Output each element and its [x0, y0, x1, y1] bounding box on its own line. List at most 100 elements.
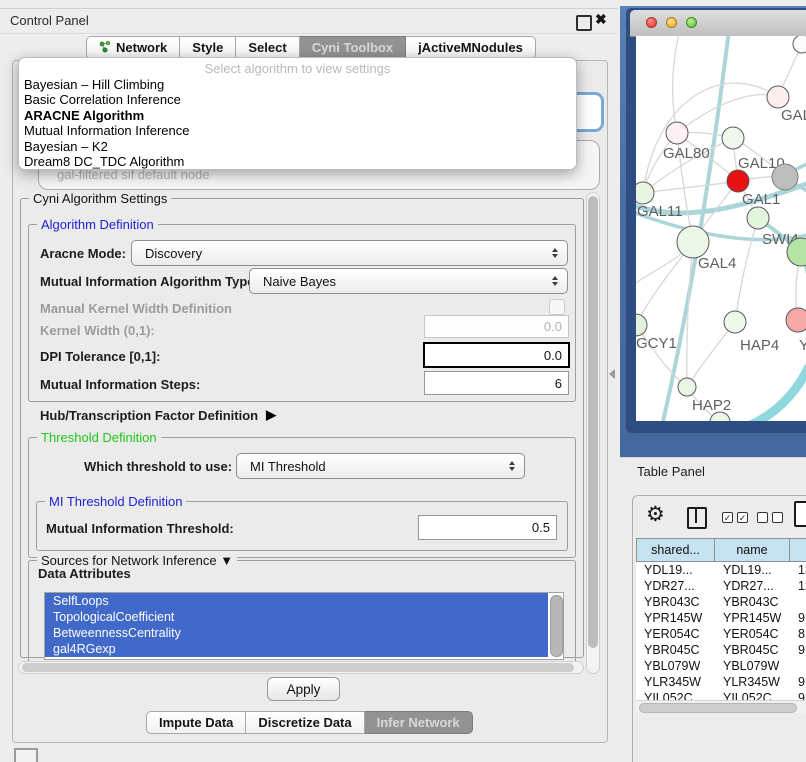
table-cell[interactable]: 9. — [790, 642, 806, 658]
table-cell[interactable]: YBL079W — [636, 658, 715, 674]
network-node-hap2[interactable] — [678, 378, 696, 396]
table-row[interactable]: YER054CYER054C8. — [636, 626, 806, 642]
table-cell[interactable] — [790, 594, 806, 610]
network-node-gal1[interactable] — [727, 170, 749, 192]
table-cell[interactable]: 9. — [790, 610, 806, 626]
table-cell[interactable] — [790, 658, 806, 674]
network-node-gal[interactable] — [767, 86, 789, 108]
attribute-item[interactable]: BetweennessCentrality — [45, 625, 548, 641]
combo-spinner-icon — [552, 248, 558, 258]
table-cell[interactable]: 13 — [790, 562, 806, 578]
table-row[interactable]: YBR043CYBR043C — [636, 594, 806, 610]
table-cell[interactable]: YLR345W — [636, 674, 715, 690]
tab-select[interactable]: Select — [236, 36, 299, 59]
table-row[interactable]: YBR045CYBR045C9. — [636, 642, 806, 658]
attributes-list-scrollbar[interactable] — [550, 595, 563, 657]
mi-threshold-field[interactable]: 0.5 — [418, 515, 557, 540]
splitpane-collapse-arrow[interactable] — [609, 369, 615, 379]
close-traffic-light-icon[interactable] — [646, 17, 657, 28]
scrollbar-thumb[interactable] — [22, 663, 574, 672]
network-node[interactable] — [793, 36, 806, 53]
table-cell[interactable]: YPR145W — [636, 610, 715, 626]
network-node-y[interactable] — [786, 308, 806, 332]
apply-button[interactable]: Apply — [267, 677, 340, 701]
table-cell[interactable]: YDR27... — [636, 578, 715, 594]
dpi-tolerance-field[interactable]: 0.0 — [423, 342, 570, 368]
float-window-icon[interactable] — [576, 15, 592, 31]
tab-network[interactable]: Network — [86, 36, 180, 59]
aracne-mode-combo[interactable]: Discovery — [131, 240, 568, 266]
table-cell[interactable]: YER054C — [636, 626, 715, 642]
table-cell[interactable]: 8. — [790, 626, 806, 642]
algorithm-option[interactable]: Dream8 DC_TDC Algorithm — [19, 154, 576, 169]
attribute-item[interactable]: gal4RGexp — [45, 641, 548, 657]
network-node-gal11[interactable] — [636, 182, 654, 204]
combo-spinner-icon — [552, 276, 558, 286]
table-cell[interactable]: YBR045C — [715, 642, 790, 658]
checked-checkbox-icon[interactable]: ✓ — [737, 512, 748, 523]
table-cell[interactable]: YDR27... — [715, 578, 790, 594]
table-row[interactable]: YDL19...YDL19...13 — [636, 562, 806, 578]
close-icon[interactable]: ✖ — [595, 11, 607, 28]
scrollbar-thumb[interactable] — [639, 703, 797, 713]
attribute-item[interactable]: TopologicalCoefficient — [45, 609, 548, 625]
tab-cyni-toolbox[interactable]: Cyni Toolbox — [300, 36, 406, 59]
zoom-traffic-light-icon[interactable] — [686, 17, 697, 28]
which-threshold-combo[interactable]: MI Threshold — [236, 453, 525, 479]
algorithm-option[interactable]: Basic Correlation Inference — [19, 92, 576, 107]
table-cell[interactable]: 12 — [790, 578, 806, 594]
column-header[interactable] — [790, 538, 806, 562]
table-cell[interactable]: YDL19... — [715, 562, 790, 578]
gear-icon[interactable]: ⚙ — [646, 504, 665, 525]
data-attributes-list[interactable]: SelfLoopsTopologicalCoefficientBetweenne… — [44, 592, 564, 660]
table-row[interactable]: YLR345WYLR345W9. — [636, 674, 806, 690]
tab-discretize-data[interactable]: Discretize Data — [246, 711, 364, 734]
tab-style[interactable]: Style — [180, 36, 236, 59]
table-row[interactable]: YPR145WYPR145W9. — [636, 610, 806, 626]
export-table-icon[interactable] — [794, 501, 806, 527]
settings-vertical-scrollbar[interactable] — [586, 192, 600, 674]
network-node-gcy1[interactable] — [636, 314, 647, 336]
algorithm-option[interactable]: Bayesian – Hill Climbing — [19, 77, 576, 92]
network-node-gal80[interactable] — [666, 122, 688, 144]
table-cell[interactable]: YBL079W — [715, 658, 790, 674]
table-cell[interactable]: YBR045C — [636, 642, 715, 658]
network-node-gal4[interactable] — [677, 226, 709, 258]
hub-tf-definition-expander[interactable]: Hub/Transcription Factor Definition ▶ — [40, 407, 276, 423]
checked-checkbox-icon[interactable]: ✓ — [722, 512, 733, 523]
mi-algorithm-type-combo[interactable]: Naive Bayes — [249, 268, 568, 294]
network-canvas[interactable]: GALGAL80GAL10GAL1GAL11SWI4GAL4GCY1HAP4YH… — [636, 36, 806, 421]
network-node-hap4[interactable] — [724, 311, 746, 333]
table-row[interactable]: YBL079WYBL079W — [636, 658, 806, 674]
unchecked-checkbox-icon[interactable] — [772, 512, 783, 523]
table-cell[interactable]: YDL19... — [636, 562, 715, 578]
table-row[interactable]: YDR27...YDR27...12 — [636, 578, 806, 594]
columns-icon[interactable] — [687, 507, 707, 529]
algorithm-option[interactable]: ARACNE Algorithm — [19, 108, 576, 123]
tab-jactivemnodules[interactable]: jActiveMNodules — [406, 36, 536, 59]
table-cell[interactable]: YBR043C — [715, 594, 790, 610]
table-cell[interactable]: YBR043C — [636, 594, 715, 610]
mi-steps-field[interactable]: 6 — [424, 371, 569, 395]
table-cell[interactable]: YLR345W — [715, 674, 790, 690]
network-node[interactable] — [772, 164, 798, 190]
algorithm-option[interactable]: Mutual Information Inference — [19, 123, 576, 138]
unchecked-checkbox-icon[interactable] — [757, 512, 768, 523]
table-cell[interactable]: YPR145W — [715, 610, 790, 626]
algorithm-option[interactable]: Bayesian – K2 — [19, 139, 576, 154]
network-node-swi4[interactable] — [747, 207, 769, 229]
tab-impute-data[interactable]: Impute Data — [146, 711, 246, 734]
attribute-item[interactable]: SelfLoops — [45, 593, 548, 609]
table-horizontal-scrollbar[interactable] — [636, 700, 806, 713]
expander-arrow-icon: ▶ — [266, 407, 276, 423]
column-header[interactable]: name — [715, 538, 790, 562]
table-cell[interactable]: YER054C — [715, 626, 790, 642]
network-node-gal10[interactable] — [722, 127, 744, 149]
scrollbar-thumb[interactable] — [588, 196, 598, 648]
tab-infer-network[interactable]: Infer Network — [365, 711, 473, 734]
minimized-panel-icon[interactable] — [14, 748, 38, 762]
column-header[interactable]: shared... — [636, 538, 715, 562]
settings-horizontal-scrollbar[interactable] — [18, 661, 584, 674]
minimize-traffic-light-icon[interactable] — [666, 17, 677, 28]
table-cell[interactable]: 9. — [790, 674, 806, 690]
